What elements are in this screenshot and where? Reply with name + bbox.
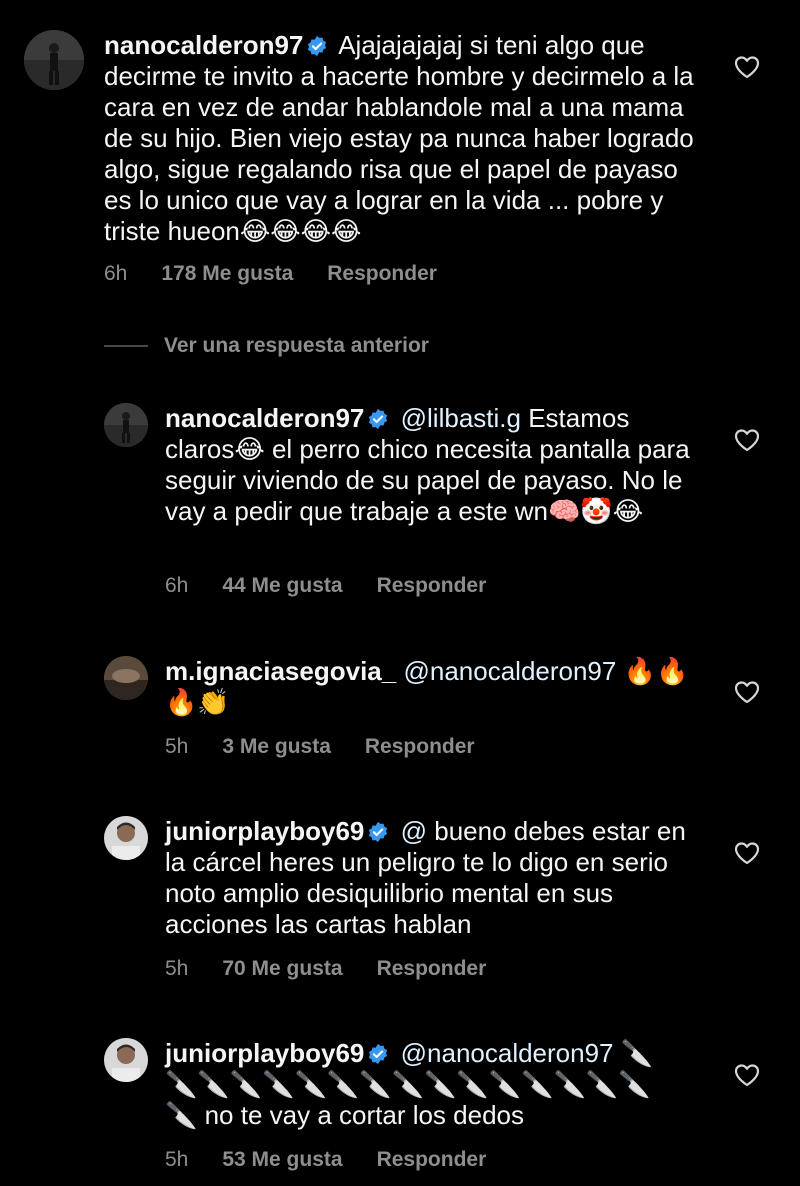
divider-line [104, 345, 148, 347]
like-heart-icon[interactable] [734, 428, 760, 452]
username[interactable]: nanocalderon97 [104, 30, 303, 60]
avatar-photo-icon [104, 816, 148, 860]
mention-link[interactable]: @lilbasti.g [401, 403, 521, 433]
reply-button[interactable]: Responder [365, 735, 475, 759]
reply-button[interactable]: Responder [327, 262, 437, 286]
avatar[interactable] [104, 1038, 148, 1082]
mention-link[interactable]: @ [401, 816, 427, 846]
avatar[interactable] [104, 403, 148, 447]
view-previous-label[interactable]: Ver una respuesta anterior [164, 334, 429, 358]
likes-count[interactable]: 70 Me gusta [222, 957, 342, 981]
comment-text: m.ignaciasegovia_ @nanocalderon97 🔥🔥🔥👏 [165, 656, 705, 718]
like-heart-icon[interactable] [734, 55, 760, 79]
comment-meta: 6h 44 Me gusta Responder [165, 574, 486, 598]
timestamp: 5h [165, 735, 189, 758]
mention-link[interactable]: @nanocalderon97 [401, 1038, 614, 1068]
verified-badge-icon [367, 821, 389, 843]
like-heart-icon[interactable] [734, 1063, 760, 1087]
likes-count[interactable]: 44 Me gusta [222, 574, 342, 598]
avatar[interactable] [104, 816, 148, 860]
likes-count[interactable]: 178 Me gusta [161, 262, 293, 286]
avatar[interactable] [104, 656, 148, 700]
comment-text: juniorplayboy69 @ bueno debes estar en l… [165, 816, 705, 940]
avatar-photo-icon [104, 1038, 148, 1082]
comment-body: Ajajajajajaj si teni algo que decirme te… [104, 30, 694, 246]
timestamp: 5h [165, 957, 189, 980]
reply-button[interactable]: Responder [377, 957, 487, 981]
comment-text: nanocalderon97 Ajajajajajaj si teni algo… [104, 30, 704, 247]
timestamp: 6h [104, 262, 128, 285]
verified-badge-icon [306, 35, 328, 57]
like-heart-icon[interactable] [734, 680, 760, 704]
likes-count[interactable]: 53 Me gusta [222, 1148, 342, 1172]
verified-badge-icon [367, 1043, 389, 1065]
comment-text: nanocalderon97 @lilbasti.g Estamos claro… [165, 403, 705, 527]
avatar[interactable] [24, 30, 84, 90]
view-previous-replies[interactable]: Ver una respuesta anterior [104, 334, 429, 358]
verified-badge-icon [367, 408, 389, 430]
comment-meta: 5h 3 Me gusta Responder [165, 735, 475, 759]
username[interactable]: juniorplayboy69 [165, 1038, 364, 1068]
comment-meta: 6h 178 Me gusta Responder [104, 262, 437, 286]
username[interactable]: nanocalderon97 [165, 403, 364, 433]
reply-button[interactable]: Responder [377, 1148, 487, 1172]
username[interactable]: m.ignaciasegovia_ [165, 656, 396, 686]
comment-text: juniorplayboy69 @nanocalderon97 🔪🔪🔪🔪🔪🔪🔪🔪… [165, 1038, 675, 1131]
comment-meta: 5h 70 Me gusta Responder [165, 957, 486, 981]
likes-count[interactable]: 3 Me gusta [222, 735, 331, 759]
like-heart-icon[interactable] [734, 841, 760, 865]
timestamp: 6h [165, 574, 189, 597]
avatar-photo-icon [104, 656, 148, 700]
timestamp: 5h [165, 1148, 189, 1171]
reply-button[interactable]: Responder [377, 574, 487, 598]
avatar-photo-icon [24, 30, 84, 90]
comment-meta: 5h 53 Me gusta Responder [165, 1148, 486, 1172]
username[interactable]: juniorplayboy69 [165, 816, 364, 846]
mention-link[interactable]: @nanocalderon97 [403, 656, 616, 686]
avatar-photo-icon [104, 403, 148, 447]
